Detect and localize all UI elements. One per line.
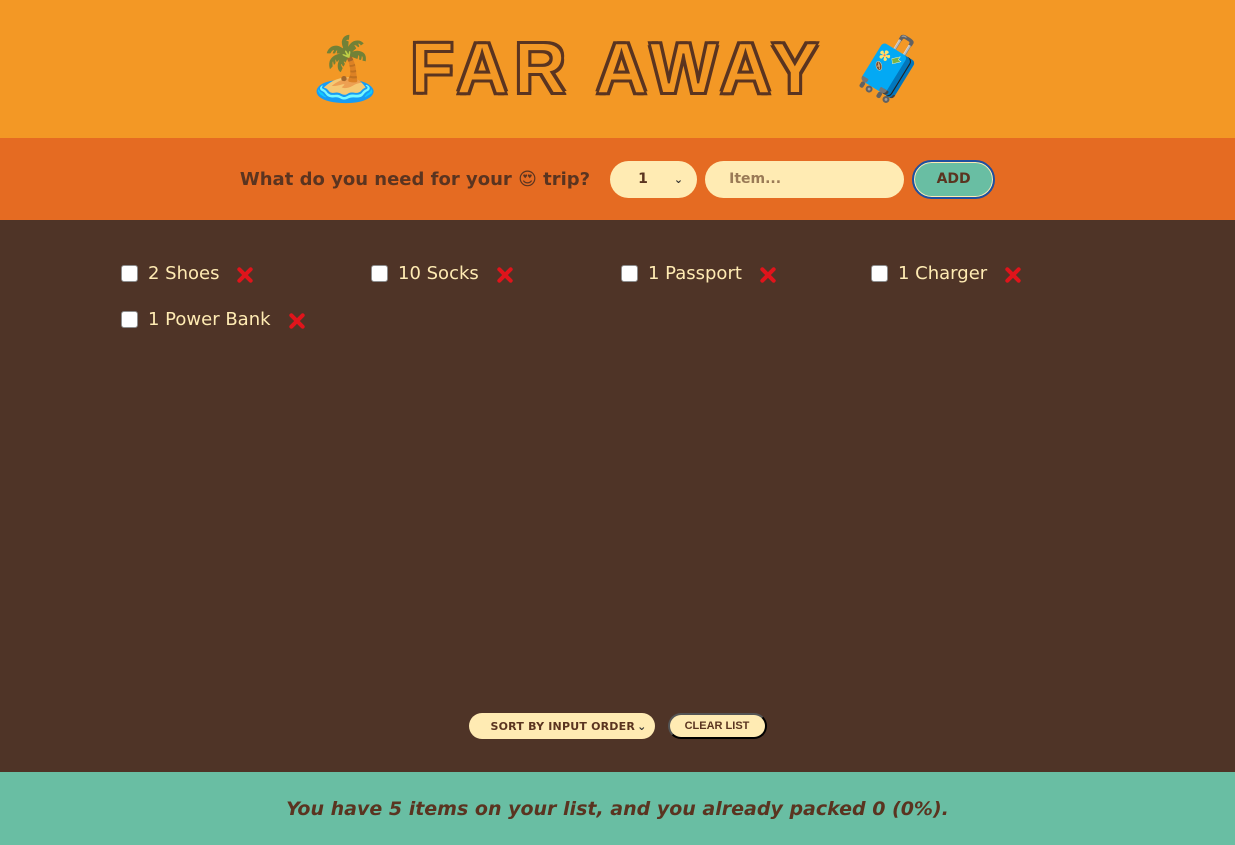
suitcase-icon: 🧳 [850,32,929,105]
list-item: 1 Charger [871,258,1121,288]
stats-text: You have 5 items on your list, and you a… [286,797,949,820]
stats-footer: You have 5 items on your list, and you a… [0,772,1235,845]
question-suffix: trip? [543,168,591,190]
form-question: What do you need for your 😍 trip? [240,169,590,190]
add-item-form: What do you need for your 😍 trip? 1 ⌄ AD… [0,138,1235,220]
list-item: 1 Power Bank [121,304,371,334]
sort-value: SORT BY INPUT ORDER [490,719,636,733]
quantity-select[interactable]: 1 ⌄ [610,160,698,198]
heart-eyes-icon: 😍 [518,168,537,190]
remove-item-icon[interactable] [235,265,255,285]
item-label: 1 Power Bank [148,308,271,330]
question-prefix: What do you need for your [239,168,512,190]
item-label: 10 Socks [398,262,479,284]
clear-list-button[interactable]: CLEAR LIST [667,713,767,739]
app-header: 🏝️ FAR AWAY 🧳 [0,0,1235,138]
remove-item-icon[interactable] [1003,265,1023,285]
packed-checkbox[interactable] [121,264,138,282]
palm-island-icon: 🏝️ [306,32,385,105]
packed-checkbox[interactable] [121,310,138,328]
item-input[interactable] [705,160,905,198]
item-list: 2 Shoes 10 Socks 1 Passport 1 Charger 1 … [121,258,1121,334]
packed-checkbox[interactable] [871,264,888,282]
item-label: 1 Passport [648,262,742,284]
chevron-down-icon: ⌄ [673,172,684,186]
remove-item-icon[interactable] [495,265,515,285]
brand: 🏝️ FAR AWAY 🧳 [306,29,929,109]
list-actions: SORT BY INPUT ORDER ⌄ CLEAR LIST [0,713,1235,739]
list-item: 2 Shoes [121,258,371,288]
quantity-value: 1 [638,171,648,187]
list-item: 10 Socks [371,258,621,288]
remove-item-icon[interactable] [287,311,307,331]
add-button[interactable]: ADD [912,159,996,199]
packed-checkbox[interactable] [371,264,388,282]
item-label: 2 Shoes [148,262,220,284]
sort-select[interactable]: SORT BY INPUT ORDER ⌄ [468,713,655,739]
chevron-down-icon: ⌄ [637,719,647,733]
list-item: 1 Passport [621,258,871,288]
remove-item-icon[interactable] [758,265,778,285]
packing-list: 2 Shoes 10 Socks 1 Passport 1 Charger 1 … [0,220,1235,772]
packed-checkbox[interactable] [621,264,638,282]
item-label: 1 Charger [898,262,988,284]
app-title: FAR AWAY [409,29,825,109]
